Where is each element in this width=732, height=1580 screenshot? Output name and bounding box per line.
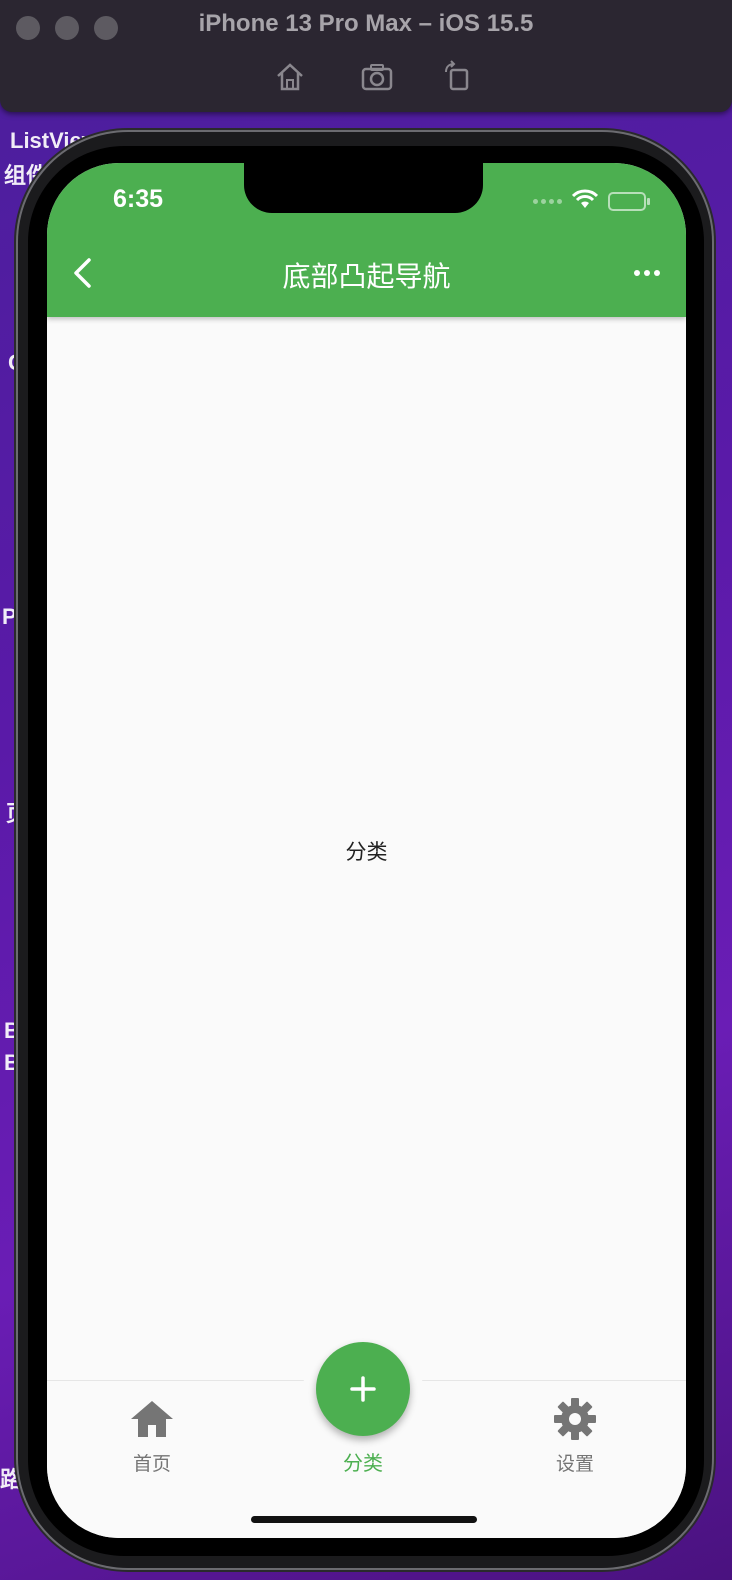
nav-item-label: 首页 xyxy=(132,1453,171,1475)
status-icons xyxy=(533,189,650,213)
simulator-titlebar: iPhone 13 Pro Max – iOS 15.5 xyxy=(0,0,732,112)
content-text: 分类 xyxy=(345,840,388,864)
page-title: 底部凸起导航 xyxy=(282,260,451,293)
rotate-icon[interactable] xyxy=(440,60,474,94)
home-icon[interactable] xyxy=(273,60,307,94)
add-category-button[interactable] xyxy=(316,1342,410,1436)
home-icon xyxy=(131,1401,173,1437)
desktop-text-fragment: P xyxy=(2,604,17,629)
settings-icon xyxy=(554,1398,596,1440)
nav-item-home[interactable]: 首页 xyxy=(92,1395,212,1476)
more-horizontal-icon xyxy=(634,270,640,276)
nav-item-label-category[interactable]: 分类 xyxy=(303,1447,423,1476)
plus-icon xyxy=(350,1376,376,1402)
home-indicator[interactable] xyxy=(251,1516,477,1523)
phone-notch xyxy=(244,163,483,213)
screenshot-icon[interactable] xyxy=(360,60,394,94)
status-time: 6:35 xyxy=(113,185,164,213)
wifi-icon xyxy=(571,189,599,213)
cellular-signal-icon xyxy=(533,198,562,204)
more-button[interactable] xyxy=(634,261,664,285)
battery-icon xyxy=(608,191,650,211)
phone-screen: 6:35 底部凸起导航 分类 首页 分类 设置 xyxy=(47,163,686,1538)
nav-item-settings[interactable]: 设置 xyxy=(515,1395,635,1476)
nav-item-label: 设置 xyxy=(555,1453,594,1475)
simulator-title: iPhone 13 Pro Max – iOS 15.5 xyxy=(198,10,534,37)
